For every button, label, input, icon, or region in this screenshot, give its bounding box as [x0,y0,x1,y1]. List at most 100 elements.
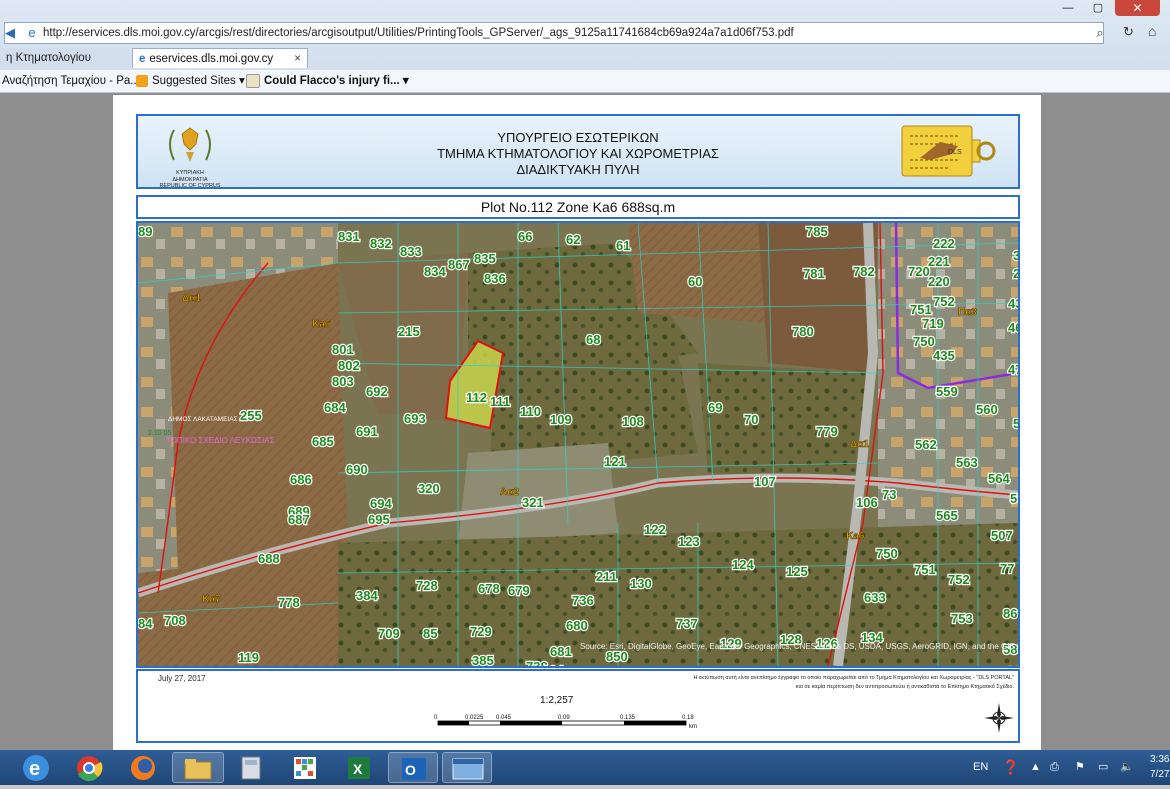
parcel-label-68: 68 [586,332,600,347]
tab-eservices[interactable]: e eservices.dls.moi.gov.cy × [132,48,308,68]
flag-icon[interactable]: ⚑ [1075,750,1085,785]
dls-key-logo: DLS [900,124,996,180]
tab-close-icon[interactable]: × [294,49,301,69]
search-icon[interactable]: ⌕ [1091,24,1109,42]
scale-bar: 0 0.0225 0.045 0.09 0.135 0.18 km [434,715,697,730]
cadastral-map[interactable]: 831 832 833 834 867 835 836 66 62 61 60 785 781 782 72… [136,221,1020,668]
parcel-label-692: 692 [366,384,388,399]
tab-ktimatologiou[interactable]: η Κτηματολογίου [0,48,130,68]
folder-icon [184,759,212,780]
parcel-label-506: 506 [1010,491,1018,506]
start-button[interactable]: e [2,752,58,783]
parcel-label-690: 690 [346,462,368,477]
show-hidden-icons-icon[interactable]: ▲ [1030,750,1041,785]
parcel-label-109: 109 [550,412,572,427]
network-icon[interactable]: ▭ [1098,750,1108,785]
document-header: ΚΥΠΡΙΑΚΗ ΔΗΜΟΚΡΑΤΙΑ REPUBLIC OF CYPRUS ΥΠ… [136,114,1020,189]
parcel-label-559: 559 [936,384,958,399]
parcel-label-121: 121 [604,454,626,469]
parcel-label-781: 781 [803,266,825,281]
parcel-label-384: 384 [356,588,378,603]
minimize-button[interactable]: — [1055,0,1081,16]
favorite-plot-search[interactable]: Αναζήτηση Τεμαχίου - Pa... [2,70,140,92]
tab-label: η Κτηματολογίου [6,52,91,64]
parcel-label-728: 728 [416,578,438,593]
refresh-icon[interactable]: ↻ [1123,24,1134,40]
favorite-news-link[interactable]: Could Flacco's injury fi... ▾ [246,70,409,92]
parcel-label-215: 215 [398,324,420,339]
parcel-label-370: 370 [1013,248,1018,263]
map-canvas[interactable]: 831 832 833834 867 835 836 66 62 61 60 785 781 782 72… [138,223,1018,666]
parcel-label-320: 320 [418,481,440,496]
parcel-label-62: 62 [566,232,580,247]
svg-text:X: X [353,761,363,777]
parcel-label-633: 633 [864,590,886,605]
taskbar-ie-window[interactable] [442,752,492,783]
close-window-button[interactable]: ✕ [1115,0,1160,16]
parcel-label-785: 785 [806,224,828,239]
parcel-label-124: 124 [732,557,754,572]
emblem-text-english: REPUBLIC OF CYPRUS [159,183,221,189]
parcel-label-685: 685 [312,434,334,449]
maximize-button[interactable]: ▢ [1085,0,1111,16]
disclaimer-line2: και σε καμία περίπτωση δεν αντιπροσωπεύε… [795,684,1014,690]
address-bar[interactable]: ◀ e http://eservices.dls.moi.gov.cy/arcg… [4,22,1104,44]
scale-tick-label: 0.09 [558,715,570,721]
taskbar-chrome[interactable] [64,752,114,783]
favorite-suggested-sites[interactable]: Suggested Sites ▾ [136,70,245,92]
taskbar-apps[interactable] [280,752,330,783]
parcel-label-106: 106 [856,495,878,510]
language-indicator[interactable]: EN [973,750,988,785]
key-logo-icon: DLS [901,125,996,177]
parcel-label-107: 107 [754,474,776,489]
clock-date[interactable]: 7/27/ [1150,769,1170,780]
parcel-label-750: 750 [876,546,898,561]
scale-tick-label: 0.045 [496,715,512,721]
help-icon[interactable]: ❓ [1002,750,1019,785]
parcel-label-69: 69 [708,400,722,415]
parcel-label-691: 691 [356,424,378,439]
taskbar-excel[interactable]: X [334,752,384,783]
outlook-icon: O [402,758,426,780]
clock-time[interactable]: 3:36 [1150,754,1169,765]
parcel-label-831: 831 [338,229,360,244]
parcel-label-125: 125 [786,564,808,579]
home-icon[interactable]: ⌂ [1148,23,1156,39]
parcel-label-84: 84 [138,616,153,631]
parcel-label-780: 780 [792,324,814,339]
logo-text: DLS [948,149,962,156]
parcel-label-85: 85 [423,626,437,641]
taskbar-explorer[interactable] [172,752,224,783]
zone-label-Πα3: Πα3 [958,307,977,318]
parcel-label-684: 684 [324,400,346,415]
parcel-label-752: 752 [933,294,955,309]
parcel-label-111: 111 [490,394,510,409]
north-arrow-icon [984,703,1014,733]
parcel-label-695: 695 [368,512,390,527]
parcel-label-832: 832 [370,236,392,251]
parcel-label-709: 709 [378,626,400,641]
parcel-label-693: 693 [404,411,426,426]
parcel-label-565: 565 [936,508,958,523]
parcel-label-835: 835 [474,251,496,266]
parcel-label-66: 66 [518,229,532,244]
volume-icon[interactable]: 🔈 [1120,750,1134,785]
parcel-label-563: 563 [956,455,978,470]
parcel-label-834: 834 [424,264,446,279]
taskbar-outlook[interactable]: O [388,752,438,783]
parcel-label-801: 801 [332,342,354,357]
map-attribution-text: Source: Esri, DigitalGlobe, GeoEye, Eart… [580,642,1018,651]
taskbar-calculator[interactable] [226,752,276,783]
excel-icon: X [348,757,370,779]
printer-icon[interactable]: ⎙ [1050,750,1059,785]
taskbar-firefox[interactable] [118,752,168,783]
parcel-label-720: 720 [908,264,930,279]
parcel-label-86: 86 [1003,606,1017,621]
back-icon[interactable]: ◀ [1,24,19,42]
address-url[interactable]: http://eservices.dls.moi.gov.cy/arcgis/r… [43,23,794,43]
document-footer: July 27, 2017 Η εκτύπωση αυτή είναι ανεπ… [136,669,1020,743]
parcel-label-221: 221 [928,254,950,269]
parcel-label-211: 211 [596,569,617,584]
parcel-label-130: 130 [630,576,652,591]
parcel-label-123: 123 [678,534,700,549]
